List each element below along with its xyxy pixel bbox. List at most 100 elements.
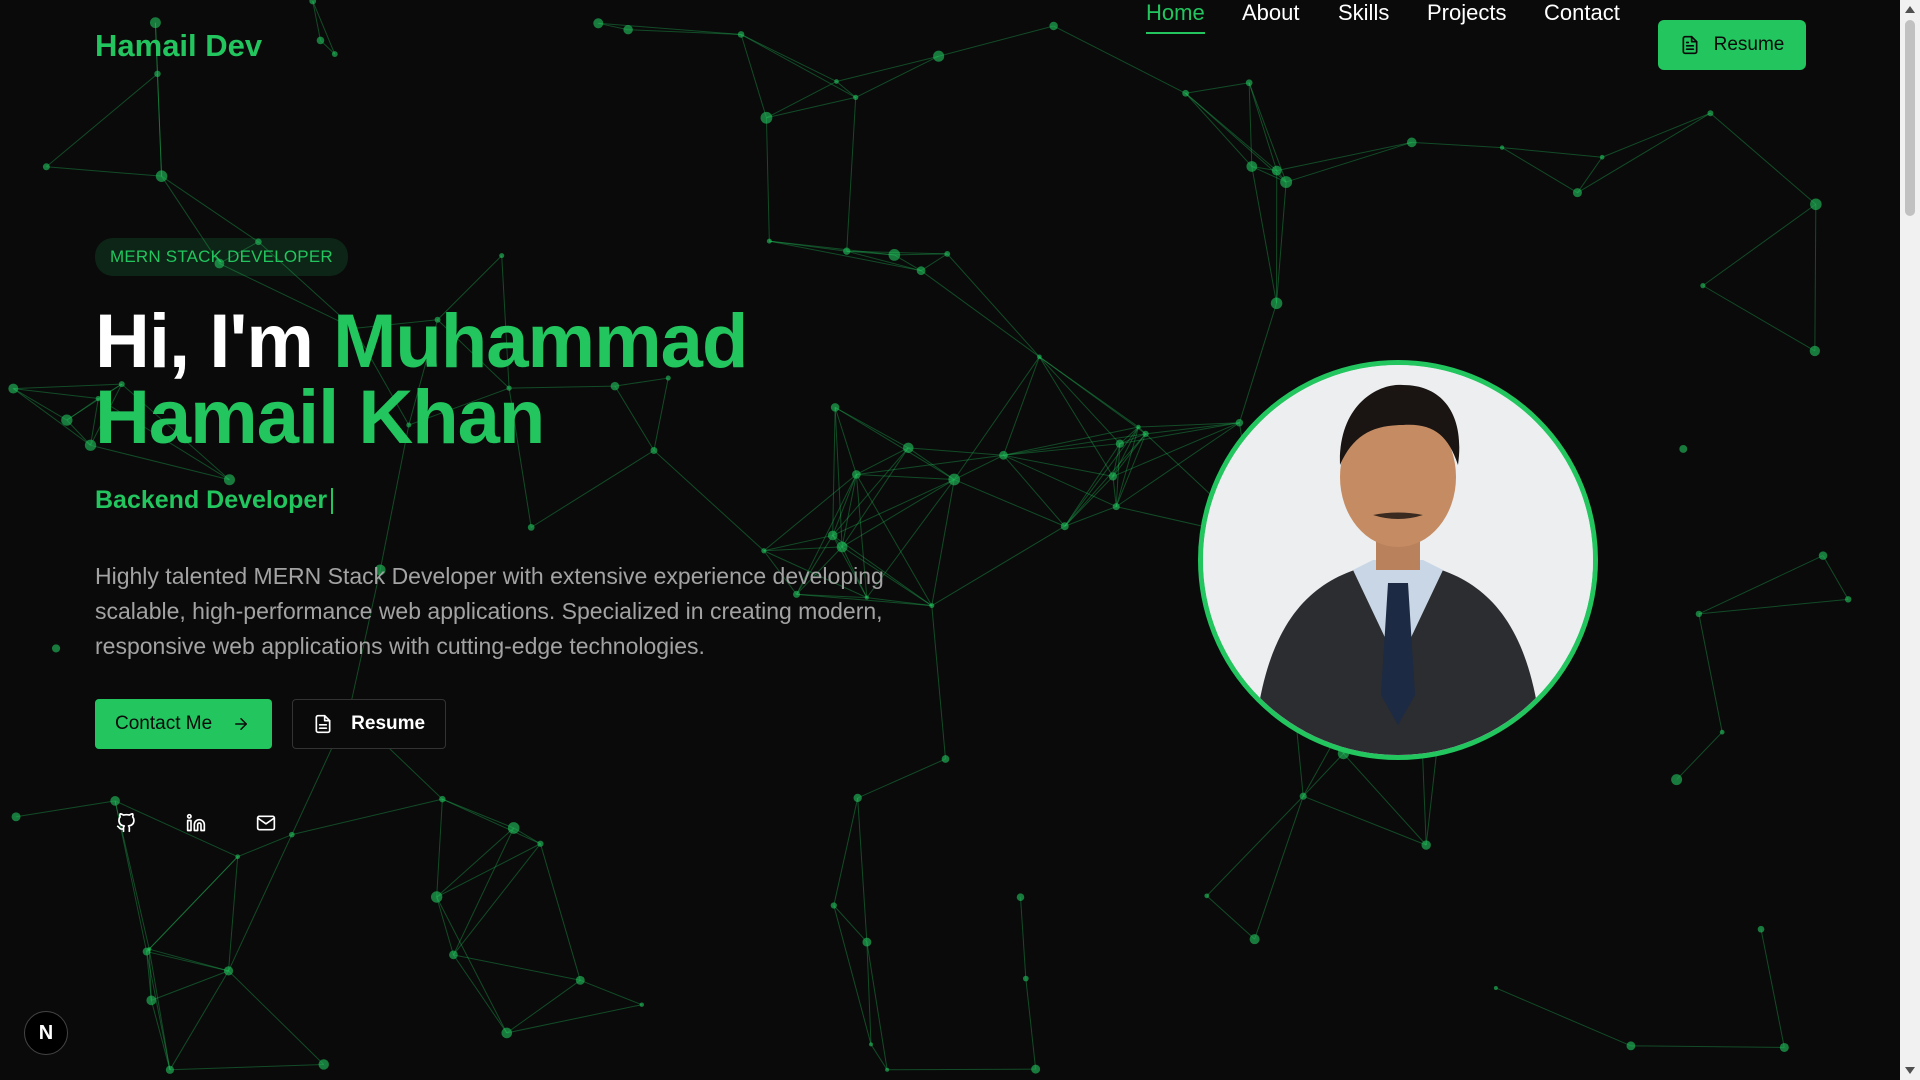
network-link <box>146 856 239 952</box>
network-link <box>953 356 1040 480</box>
network-node <box>537 840 544 847</box>
network-link <box>908 447 1004 456</box>
network-link <box>1676 731 1723 780</box>
network-link <box>1248 82 1253 167</box>
nav-link-contact[interactable]: Contact <box>1544 0 1620 26</box>
file-text-icon <box>1682 35 1698 55</box>
network-node <box>1671 774 1683 786</box>
linkedin-link[interactable] <box>180 807 212 839</box>
network-node <box>1810 198 1822 211</box>
network-node <box>430 891 443 903</box>
network-link <box>1251 166 1278 304</box>
network-node <box>948 473 961 486</box>
nav-link-projects[interactable]: Projects <box>1427 0 1506 26</box>
network-link <box>1003 454 1114 477</box>
scroll-down-icon[interactable] <box>1905 1067 1915 1074</box>
network-link <box>1702 285 1816 352</box>
network-link <box>846 97 857 252</box>
scroll-up-icon[interactable] <box>1905 6 1915 13</box>
network-link <box>920 270 1040 358</box>
network-node <box>51 644 61 653</box>
network-node <box>853 94 859 101</box>
network-node <box>165 1065 175 1074</box>
typing-caret <box>331 488 334 515</box>
network-node <box>1235 418 1244 427</box>
network-node <box>318 1059 329 1070</box>
network-link <box>1822 555 1849 600</box>
network-node <box>1499 145 1505 150</box>
network-node <box>885 1067 890 1072</box>
network-link <box>1577 112 1711 194</box>
github-link[interactable] <box>110 807 142 839</box>
github-icon <box>116 813 135 833</box>
nav-link-home[interactable]: Home <box>1146 0 1205 34</box>
network-link <box>13 388 91 446</box>
network-node <box>1844 596 1852 603</box>
network-node <box>449 950 458 960</box>
network-link <box>453 954 581 981</box>
network-link <box>1760 929 1785 1048</box>
network-node <box>1022 975 1029 982</box>
network-link <box>436 843 541 898</box>
contact-me-label: Contact Me <box>115 713 213 734</box>
scroll-thumb[interactable] <box>1905 20 1915 216</box>
network-node <box>1246 161 1258 172</box>
network-node <box>1280 176 1293 189</box>
email-link[interactable] <box>250 807 282 839</box>
network-link <box>1206 895 1255 940</box>
network-node <box>903 442 914 454</box>
network-link <box>1025 978 1037 1070</box>
network-link <box>1003 443 1120 456</box>
network-node <box>1719 729 1725 735</box>
arrow-right-icon <box>235 718 248 730</box>
nav-resume-button[interactable]: Resume <box>1658 20 1806 70</box>
network-node <box>1493 985 1498 990</box>
network-node <box>146 995 157 1006</box>
network-link <box>1206 795 1304 897</box>
network-node <box>1271 165 1282 176</box>
network-node <box>42 163 50 171</box>
nav-link-about[interactable]: About <box>1242 0 1300 26</box>
network-node <box>1136 424 1141 430</box>
navbar: Hamail Dev Home About Skills Projects Co… <box>0 0 1900 90</box>
contact-me-button[interactable]: Contact Me <box>95 699 273 749</box>
profile-photo <box>1198 360 1598 760</box>
network-link <box>13 388 68 421</box>
nav-resume-label: Resume <box>1713 34 1785 55</box>
network-link <box>887 1068 1036 1071</box>
network-node <box>1112 503 1120 511</box>
network-link <box>580 979 642 1006</box>
hero-section: MERN STACK DEVELOPER Hi, I'm Muhammad Ha… <box>95 238 895 839</box>
name-line-2: Hamail Khan <box>95 375 545 460</box>
nav-link-skills[interactable]: Skills <box>1338 0 1389 26</box>
scrollbar[interactable] <box>1900 0 1920 1080</box>
network-link <box>161 175 259 243</box>
brand-logo[interactable]: Hamail Dev <box>95 28 262 64</box>
network-node <box>944 250 951 257</box>
hero-resume-button[interactable]: Resume <box>292 699 447 749</box>
network-link <box>13 388 99 400</box>
network-link <box>169 970 229 1071</box>
nextjs-dev-indicator[interactable]: N <box>24 1011 68 1055</box>
network-link <box>1003 454 1066 527</box>
network-link <box>1411 141 1503 149</box>
network-node <box>1016 893 1025 901</box>
network-node <box>8 383 19 394</box>
network-node <box>862 937 872 947</box>
network-link <box>151 970 229 1001</box>
network-link <box>1038 356 1114 477</box>
network-link <box>66 398 99 421</box>
network-link <box>766 96 856 119</box>
network-node <box>941 755 950 763</box>
role-text: Backend Developer <box>95 486 328 514</box>
network-node <box>1108 472 1118 481</box>
hero-headline: Hi, I'm Muhammad Hamail Khan <box>95 304 895 456</box>
network-link <box>894 253 948 256</box>
network-link <box>169 1063 324 1071</box>
typed-role: Backend Developer <box>95 486 895 515</box>
network-node <box>760 111 773 124</box>
network-node <box>1707 110 1714 117</box>
network-node <box>1700 283 1706 289</box>
network-node <box>639 1002 644 1007</box>
network-node <box>929 603 935 609</box>
